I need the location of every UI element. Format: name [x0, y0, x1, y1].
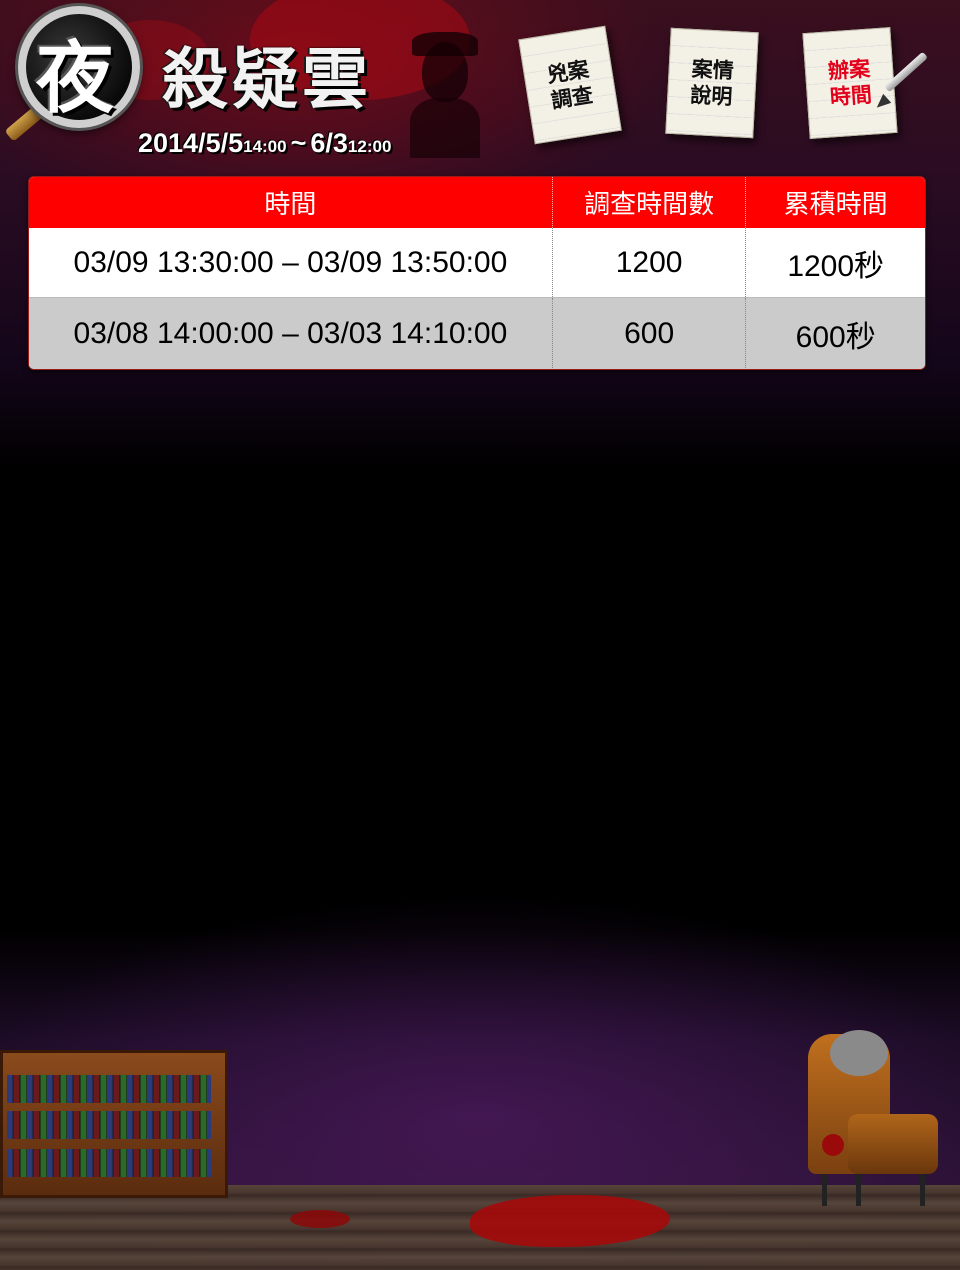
nav-button-case-investigation[interactable]: 兇案 調查: [518, 25, 622, 145]
magnifier-icon: 夜: [4, 6, 140, 142]
armchair-icon: [808, 1030, 938, 1209]
cell-count: 600: [551, 298, 746, 369]
nav-label: 案情 說明: [689, 56, 735, 110]
title-first-char: 夜: [36, 34, 115, 124]
nav-label: 辦案 時間: [827, 56, 873, 110]
column-header-time: 時間: [264, 190, 317, 220]
nav-label: 兇案 調查: [545, 56, 595, 113]
cell-time: 03/08 14:00:00 – 03/03 14:10:00: [73, 317, 508, 350]
blood-splat-icon: [290, 1210, 350, 1228]
cell-time: 03/09 13:30:00 – 03/09 13:50:00: [73, 245, 508, 279]
cell-accumulated: 1200秒: [745, 228, 925, 297]
detective-silhouette-icon: [410, 28, 480, 158]
event-date-range: 2014/5/514:00 ~6/312:00: [138, 128, 391, 159]
nav-button-investigation-time[interactable]: 辦案 時間: [802, 27, 898, 139]
header-banner: 夜 殺疑雲 2014/5/514:00 ~6/312:00 兇案 調查 案情 說明 辦…: [0, 0, 960, 170]
table-row: 03/09 13:30:00 – 03/09 13:50:00 1200 120…: [29, 228, 925, 298]
column-header-count: 調查時間數: [551, 177, 746, 228]
date-start: 2014/5/5: [138, 128, 244, 158]
cell-count: 1200: [551, 228, 746, 297]
date-separator: ~: [290, 128, 307, 158]
column-header-accumulated: 累積時間: [745, 177, 925, 228]
nav-button-case-description[interactable]: 案情 說明: [665, 27, 759, 139]
investigation-time-table: 時間 調查時間數 累積時間 03/09 13:30:00 – 03/09 13:…: [28, 176, 926, 370]
date-end-time: 12:00: [347, 137, 392, 156]
date-start-time: 14:00: [243, 137, 287, 156]
cell-accumulated: 600秒: [745, 298, 925, 369]
game-title: 殺疑雲: [162, 41, 372, 118]
table-header-row: 時間 調查時間數 累積時間: [29, 177, 925, 228]
date-end: 6/3: [310, 128, 348, 158]
table-row: 03/08 14:00:00 – 03/03 14:10:00 600 600秒: [29, 298, 925, 369]
bookshelf-icon: [0, 1050, 228, 1198]
game-page: 夜 殺疑雲 2014/5/514:00 ~6/312:00 兇案 調查 案情 說明 辦…: [0, 0, 960, 1270]
